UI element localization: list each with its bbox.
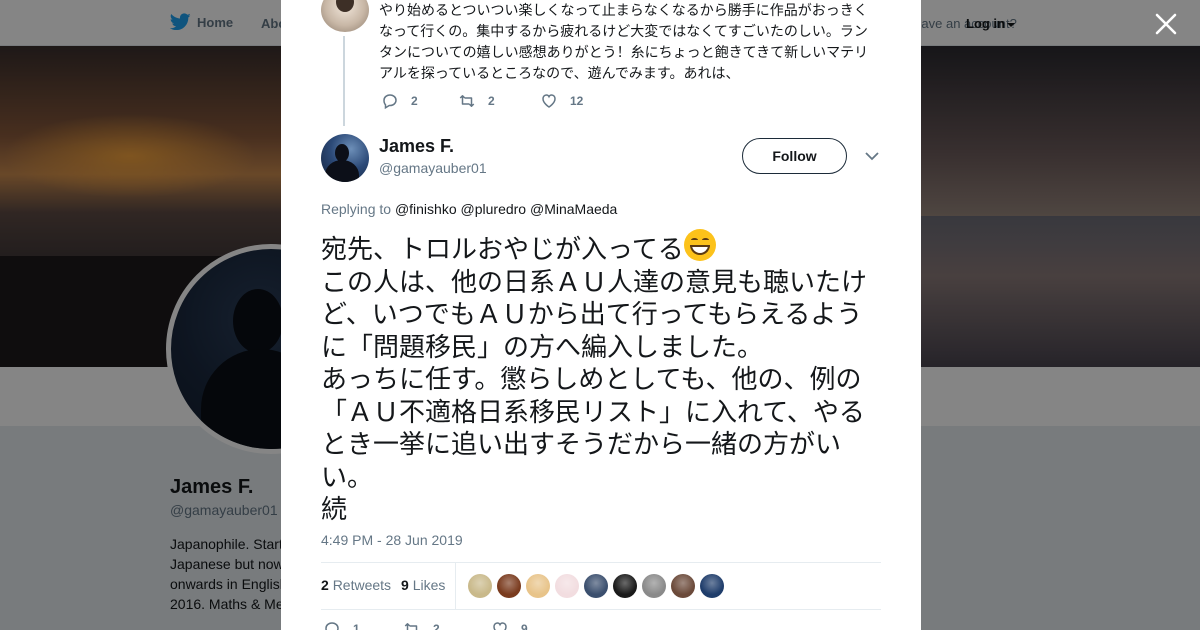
tweet-text-part: 宛先、トロルおやじが入ってる [321, 235, 684, 265]
previous-tweet-text: やり始めるとついつい楽しくなって止まらなくなるから勝手に作品がおっきくなって行く… [379, 3, 869, 82]
tweet-actions: 1 2 9 [323, 620, 571, 630]
likes-stat[interactable]: 9 Likes [401, 577, 445, 593]
avatar-face [336, 0, 354, 12]
retweet-count: 2 [488, 94, 495, 108]
like-count: 12 [570, 94, 584, 108]
previous-tweet-actions: 2 2 12 [381, 92, 620, 110]
more-options-button[interactable] [864, 148, 880, 164]
author-avatar[interactable] [321, 134, 369, 182]
liker-avatar-9[interactable] [700, 574, 724, 598]
liker-avatar-1[interactable] [468, 574, 492, 598]
mention-link[interactable]: @finishko [395, 201, 457, 217]
liker-avatar-5[interactable] [584, 574, 608, 598]
reply-count: 2 [411, 94, 418, 108]
follow-button[interactable]: Follow [742, 138, 847, 174]
liker-avatar-3[interactable] [526, 574, 550, 598]
heart-icon [542, 94, 556, 108]
thread-connector-line [343, 36, 345, 126]
divider [321, 562, 881, 563]
retweet-button[interactable]: 2 [458, 92, 540, 110]
author-handle[interactable]: @gamayauber01 [379, 160, 487, 176]
reply-icon [383, 94, 397, 110]
close-button[interactable] [1153, 11, 1179, 37]
retweets-stat-count: 2 [321, 577, 329, 593]
close-icon [1155, 13, 1177, 35]
reply-button[interactable]: 2 [381, 92, 458, 110]
mention-link[interactable]: @pluredro [461, 201, 527, 217]
reply-count: 1 [353, 622, 360, 630]
like-count: 9 [521, 622, 528, 630]
liker-avatar-4[interactable] [555, 574, 579, 598]
liker-avatar-6[interactable] [613, 574, 637, 598]
reply-icon [325, 622, 339, 630]
liker-avatars [468, 574, 724, 598]
divider [455, 563, 456, 609]
divider [321, 609, 881, 610]
replying-prefix: Replying to [321, 201, 392, 217]
reply-button[interactable]: 1 [323, 620, 403, 630]
chevron-down-icon [865, 152, 879, 161]
like-button[interactable]: 12 [540, 92, 620, 110]
retweets-stat[interactable]: 2 Retweets [321, 577, 391, 593]
avatar-silhouette-body [325, 160, 359, 182]
retweet-button[interactable]: 2 [403, 620, 491, 630]
retweet-icon [404, 623, 418, 630]
heart-icon [493, 622, 507, 630]
likes-stat-label: Likes [412, 577, 446, 593]
retweet-count: 2 [433, 622, 440, 630]
grinning-face-emoji-icon [683, 229, 716, 261]
mention-link[interactable]: @MinaMaeda [530, 201, 617, 217]
tweet-text: 宛先、トロルおやじが入ってる この人は、他の日系ＡＵ人達の意見も聴いたけど、いつ… [321, 229, 886, 527]
retweet-icon [459, 95, 475, 107]
retweets-stat-label: Retweets [332, 577, 392, 593]
replying-to: Replying to @finishko @pluredro @MinaMae… [321, 201, 617, 217]
tweet-modal: やり始めるとついつい楽しくなって止まらなくなるから勝手に作品がおっきくなって行く… [281, 0, 921, 630]
author-name[interactable]: James F. [379, 136, 454, 157]
tweet-text-part: この人は、他の日系ＡＵ人達の意見も聴いたけど、いつでもＡＵから出て行ってもらえる… [321, 267, 868, 525]
likes-stat-count: 9 [401, 577, 409, 593]
liker-avatar-7[interactable] [642, 574, 666, 598]
like-button[interactable]: 9 [491, 620, 571, 630]
tweet-timestamp[interactable]: 4:49 PM - 28 Jun 2019 [321, 532, 463, 548]
liker-avatar-2[interactable] [497, 574, 521, 598]
previous-tweet-avatar[interactable] [321, 0, 369, 32]
liker-avatar-8[interactable] [671, 574, 695, 598]
